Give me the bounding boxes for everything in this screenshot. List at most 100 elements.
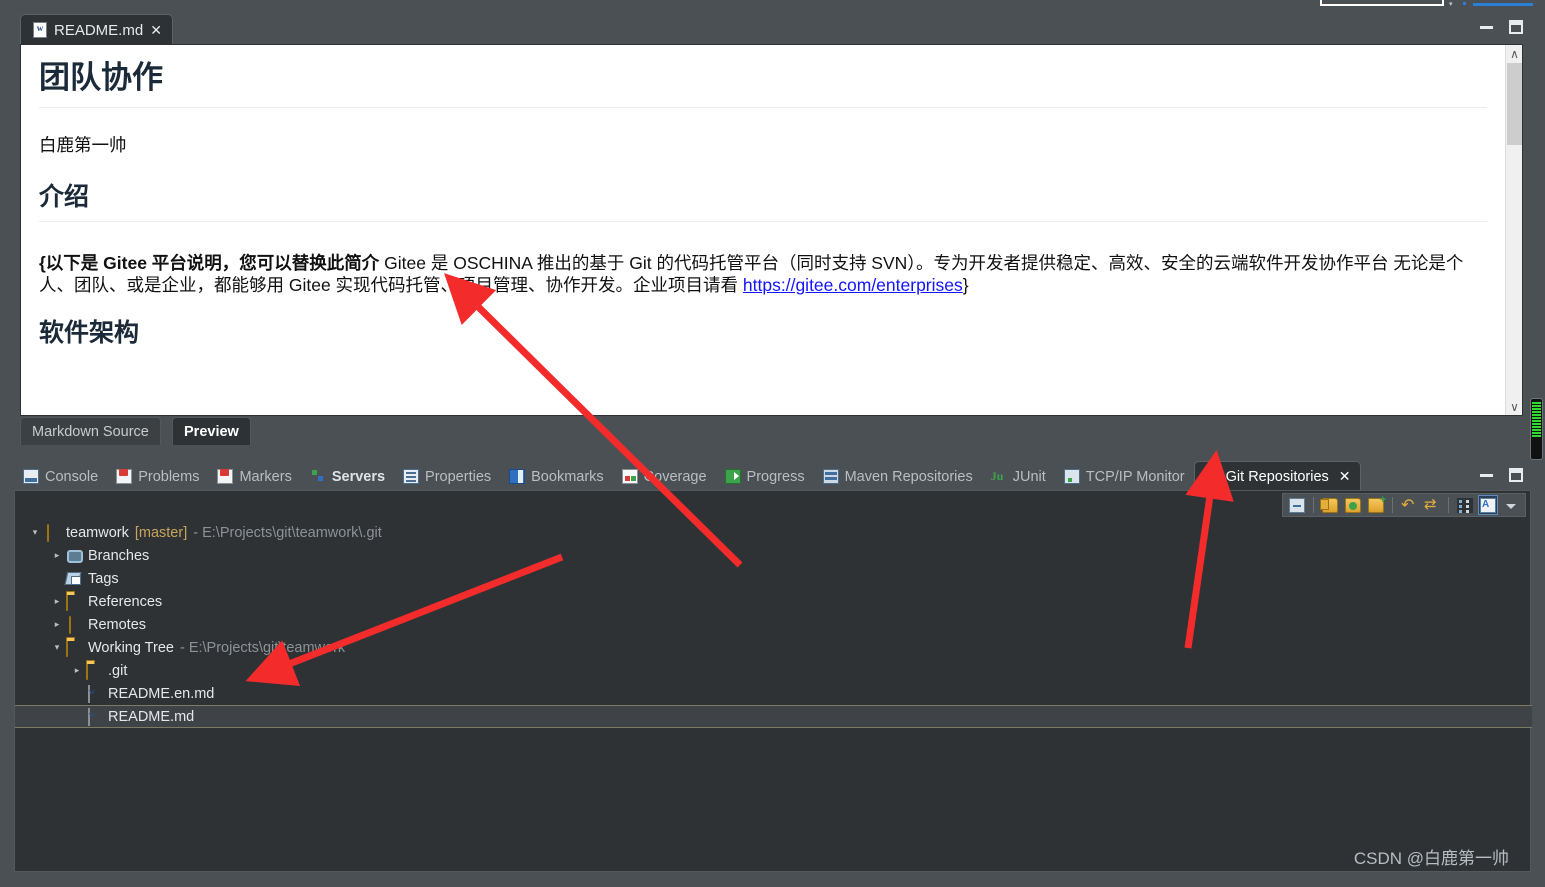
tree-label: References [88,593,163,610]
twisty-icon[interactable]: ▸ [51,550,63,562]
tree-row-branches[interactable]: ▸ Branches [15,544,1532,567]
maximize-button[interactable] [1509,20,1523,34]
close-icon[interactable]: ✕ [1339,468,1351,485]
tab-console[interactable]: Console [14,462,107,491]
bookmarks-icon [509,469,526,484]
filter-button[interactable] [1478,495,1498,515]
editor-vertical-scrollbar[interactable]: ∧ ∨ [1505,45,1522,415]
clone-repository-button[interactable] [1343,495,1363,515]
view-minimize-button[interactable] [1480,474,1493,477]
eclipse-window: ▾ README.md ✕ 团队协作 白鹿第一帅 介绍 {以下是 Gitee 平… [0,0,1545,887]
markers-icon [217,469,234,484]
problems-icon [116,469,133,484]
repository-icon [69,615,71,634]
minimize-button[interactable] [1480,26,1493,29]
twisty-icon [51,573,63,585]
clone-repository-icon [1345,497,1361,513]
scrollbar-thumb[interactable] [1507,63,1522,145]
path-label: - E:\Projects\git\teamwork [179,639,346,656]
tab-bookmarks[interactable]: Bookmarks [500,462,613,491]
twisty-icon [71,688,83,700]
push-button[interactable] [1422,495,1442,515]
tab-label: Progress [746,468,805,485]
doc-paragraph-bold: {以下是 Gitee 平台说明，您可以替换此简介 [39,253,380,273]
push-icon [1424,495,1440,513]
editor-tab-bar: README.md ✕ [14,12,1531,45]
doc-heading-architecture: 软件架构 [39,319,140,347]
git-repositories-view: ▾ teamwork [master] - E:\Projects\git\te… [14,490,1532,872]
scroll-up-icon[interactable]: ∧ [1506,45,1522,62]
console-icon [23,469,39,484]
tree-row-remotes[interactable]: ▸ Remotes [15,613,1532,636]
tree-row-teamwork[interactable]: ▾ teamwork [master] - E:\Projects\git\te… [15,521,1532,544]
collapse-all-button[interactable] [1287,495,1307,515]
tab-markdown-source[interactable]: Markdown Source [20,417,161,445]
tab-maven-repositories[interactable]: Maven Repositories [814,462,982,491]
tab-label: Console [45,468,99,485]
tab-junit[interactable]: JUnit [982,462,1055,491]
tab-label: Servers [331,468,386,485]
tab-label: Properties [425,468,492,485]
tab-label: TCP/IP Monitor [1085,468,1185,485]
tab-label: Coverage [643,468,707,485]
tab-label: Maven Repositories [844,468,973,485]
twisty-icon[interactable]: ▸ [71,665,83,677]
clipped-toolbar-strip: ▾ [0,0,1545,12]
markdown-file-icon [88,707,90,726]
tab-label: Bookmarks [531,468,604,485]
view-menu-button[interactable] [1501,495,1521,515]
csdn-watermark: CSDN @白鹿第一帅 [1353,849,1509,868]
doc-subtitle: 白鹿第一帅 [39,134,127,155]
tree-label: teamwork [66,524,129,541]
tab-label: Markers [239,468,292,485]
tab-markers[interactable]: Markers [208,462,300,491]
twisty-icon [71,711,83,723]
tab-tcpip-monitor[interactable]: TCP/IP Monitor [1055,462,1194,491]
servers-icon [310,469,326,484]
git-repository-tree: ▾ teamwork [master] - E:\Projects\git\te… [15,521,1532,728]
twisty-icon[interactable]: ▸ [51,596,63,608]
twisty-icon[interactable]: ▸ [51,619,63,631]
editor-area: README.md ✕ 团队协作 白鹿第一帅 介绍 {以下是 Gitee 平台说… [14,12,1531,452]
chevron-down-icon[interactable]: ▾ [1449,1,1455,8]
tab-git-repositories[interactable]: Git Repositories ✕ [1193,461,1361,491]
gitee-enterprises-link[interactable]: https://gitee.com/enterprises [743,275,963,295]
tree-row-references[interactable]: ▸ References [15,590,1532,613]
fetch-button[interactable] [1399,495,1419,515]
repository-icon [47,523,49,542]
tab-progress[interactable]: Progress [716,462,814,491]
tab-preview[interactable]: Preview [172,417,251,445]
add-repository-button[interactable] [1320,495,1340,515]
tab-properties[interactable]: Properties [394,462,500,491]
view-menu-icon [1503,498,1519,513]
close-icon[interactable]: ✕ [150,23,162,37]
properties-icon [403,469,420,484]
tree-row-readme-en[interactable]: README.en.md [15,682,1532,705]
folder-icon [66,592,68,611]
tab-coverage[interactable]: Coverage [613,462,716,491]
view-maximize-button[interactable] [1509,468,1523,482]
editor-tab-readme[interactable]: README.md ✕ [20,14,173,45]
tree-row-tags[interactable]: Tags [15,567,1532,590]
tree-row-working-tree[interactable]: ▾ Working Tree - E:\Projects\git\teamwor… [15,636,1532,659]
coverage-icon [621,469,638,484]
markdown-file-icon [33,22,47,38]
twisty-icon[interactable]: ▾ [29,527,41,539]
tab-label: Problems [138,468,200,485]
scroll-down-icon[interactable]: ∨ [1506,398,1522,415]
link-with-selection-icon [1457,497,1473,513]
quick-access-search-input[interactable] [1320,0,1444,6]
tree-row-dot-git[interactable]: ▸ .git [15,659,1532,682]
tree-label: Working Tree [88,639,174,656]
view-toolbar [1282,493,1526,517]
create-repository-button[interactable] [1366,494,1386,515]
tree-row-readme[interactable]: README.md [15,705,1532,728]
tab-problems[interactable]: Problems [107,462,208,491]
link-with-selection-button[interactable] [1455,495,1475,515]
tab-servers[interactable]: Servers [301,462,394,491]
toolbar-separator [1392,497,1393,513]
markdown-preview-pane: 团队协作 白鹿第一帅 介绍 {以下是 Gitee 平台说明，您可以替换此简介 G… [20,44,1523,416]
tree-label: README.md [108,708,195,725]
filter-icon [1480,497,1496,513]
twisty-icon[interactable]: ▾ [51,642,63,654]
